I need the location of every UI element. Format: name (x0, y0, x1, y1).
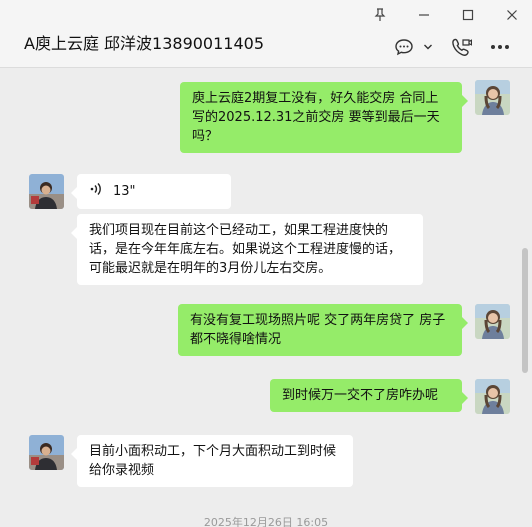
pin-icon[interactable] (370, 6, 390, 24)
sent-message-bubble[interactable]: 到时候万一交不了房咋办呢 (270, 379, 468, 412)
contact-avatar[interactable] (29, 174, 64, 209)
more-icon[interactable] (489, 36, 511, 58)
chevron-down-icon[interactable] (421, 36, 435, 58)
video-call-icon[interactable] (449, 36, 473, 58)
voice-duration: 13" (113, 184, 136, 199)
chat-bubble-icon[interactable] (393, 36, 415, 58)
chat-scrollbar[interactable] (522, 248, 528, 373)
chat-title: A庾上云庭 邱洋波13890011405 (24, 34, 265, 53)
close-icon[interactable] (502, 6, 522, 24)
received-message-bubble[interactable]: 目前小面积动工，下个月大面积动工到时候给你录视频 (71, 435, 353, 487)
received-message-bubble[interactable]: 我们项目现在目前这个已经动工，如果工程进度快的话，是在今年年底左右。如果说这个工… (71, 214, 423, 285)
maximize-icon[interactable] (458, 6, 478, 24)
message-timestamp: 2025年12月26日 16:05 (203, 516, 329, 527)
voice-message-bubble[interactable]: 13" (71, 174, 231, 209)
chat-message-list[interactable]: 庾上云庭2期复工没有，好久能交房 合同上写的2025.12.31之前交房 要等到… (0, 68, 532, 527)
my-avatar[interactable] (475, 304, 510, 339)
sent-message-bubble[interactable]: 有没有复工现场照片呢 交了两年房贷了 房子都不晓得啥情况 (178, 304, 468, 356)
my-avatar[interactable] (475, 80, 510, 115)
chat-header: A庾上云庭 邱洋波13890011405 (0, 0, 532, 68)
sent-message-bubble[interactable]: 庾上云庭2期复工没有，好久能交房 合同上写的2025.12.31之前交房 要等到… (180, 82, 468, 153)
minimize-icon[interactable] (414, 6, 434, 24)
my-avatar[interactable] (475, 379, 510, 414)
voice-wave-icon (89, 182, 103, 202)
contact-avatar[interactable] (29, 435, 64, 470)
